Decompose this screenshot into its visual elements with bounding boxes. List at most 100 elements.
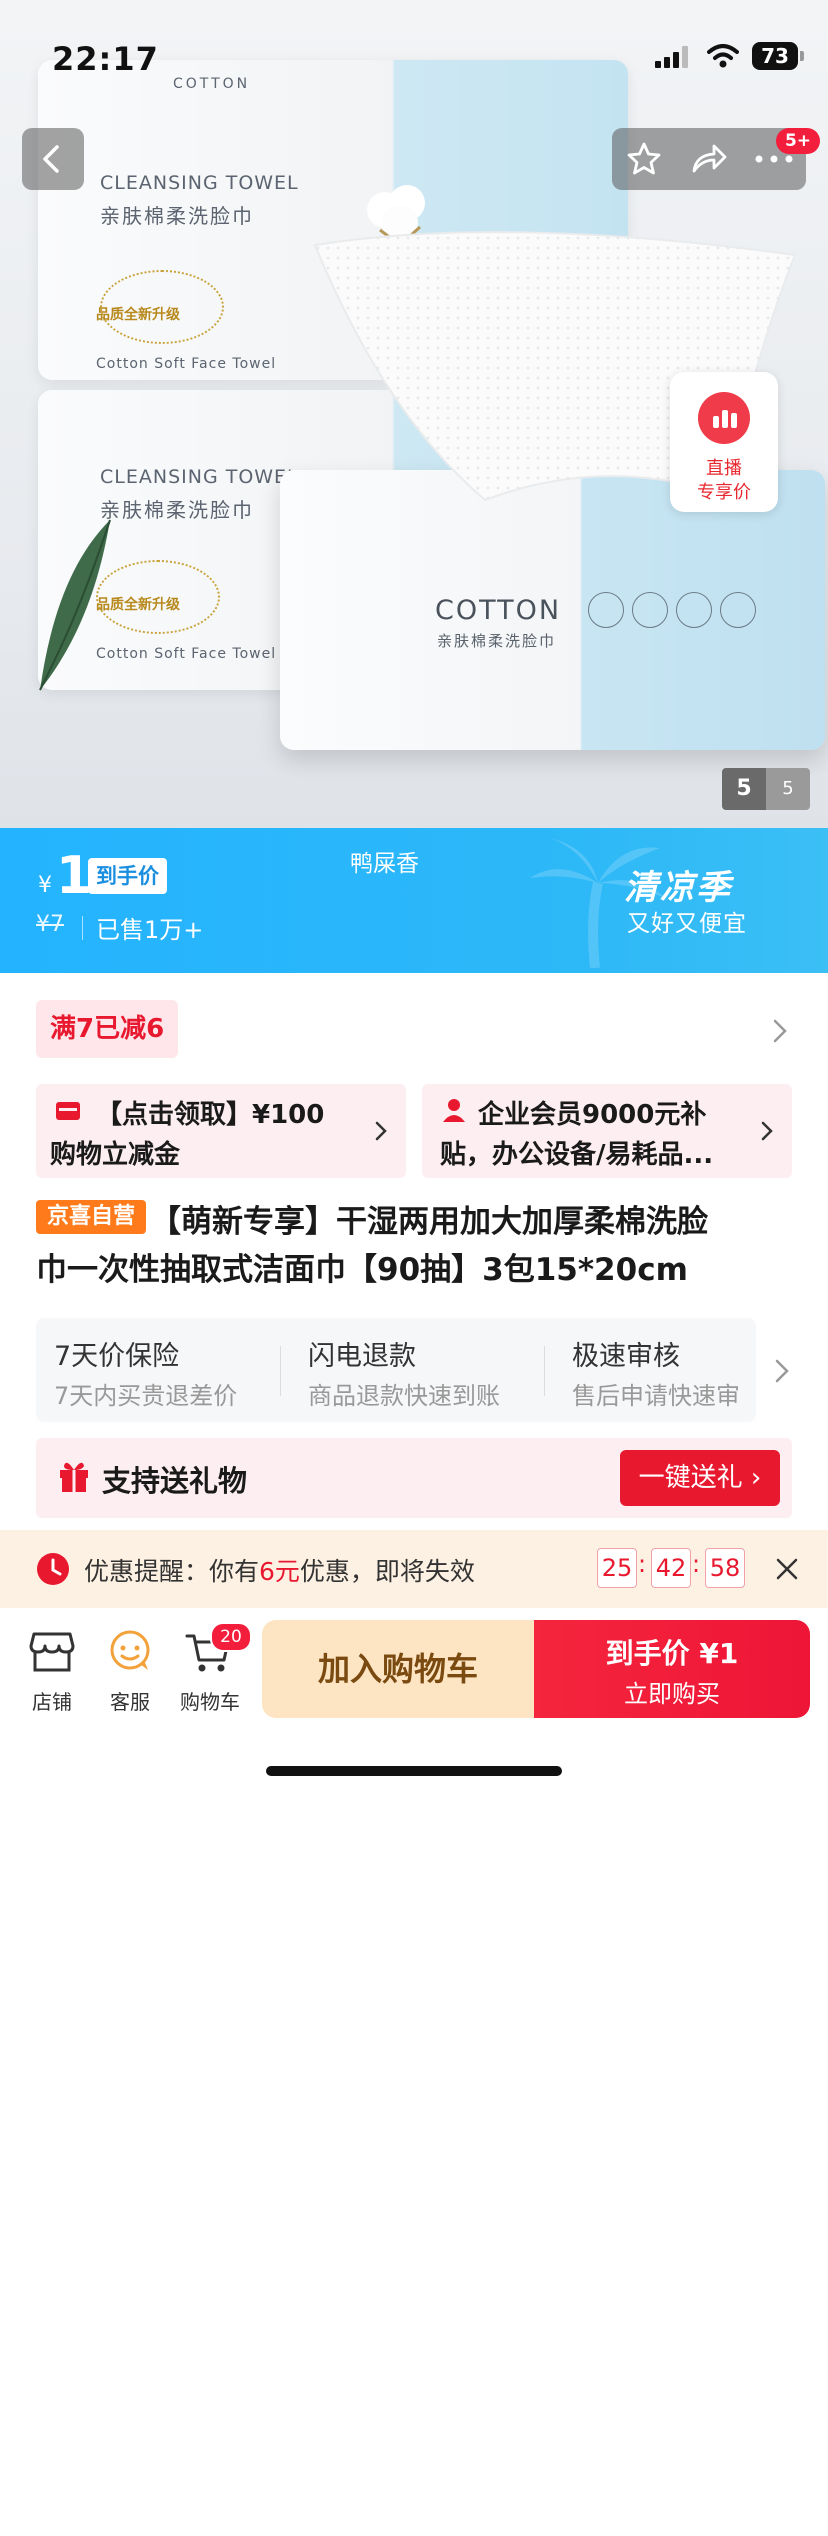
bottom-action-bar: 店铺 客服 20 购物车 加入购物车 到手价 ¥1 立即购买 — [0, 1608, 828, 1793]
signal-icon — [655, 46, 688, 68]
cart-count-badge: 20 — [210, 1622, 252, 1652]
coupon-text-line2: 贴，办公设备/易耗品... — [440, 1140, 714, 1170]
cart-label: 购物车 — [180, 1690, 240, 1714]
live-icon — [698, 392, 750, 444]
back-button[interactable] — [22, 128, 84, 190]
divider — [82, 916, 83, 940]
chevron-right-icon[interactable] — [774, 1358, 790, 1384]
service-desc: 商品退款快速到账 — [308, 1382, 500, 1410]
customer-service-label: 客服 — [110, 1690, 150, 1714]
pack-title-cn: 亲肤棉柔洗脸巾 — [100, 204, 254, 228]
close-icon[interactable] — [776, 1558, 798, 1580]
sold-count: 已售1万+ — [96, 916, 204, 944]
discount-tag[interactable]: 满7已减6 — [36, 1000, 179, 1058]
feature-icon — [632, 592, 668, 628]
store-icon — [29, 1632, 75, 1672]
chevron-left-icon — [43, 145, 59, 173]
divider — [544, 1346, 545, 1396]
final-price: 1 — [56, 846, 93, 906]
leaf-decoration-icon — [39, 519, 111, 691]
store-label: 店铺 — [32, 1690, 72, 1714]
service-title: 极速审核 — [572, 1341, 680, 1372]
gift-icon — [60, 1462, 88, 1492]
scent-label: 鸭屎香 — [350, 851, 419, 877]
price-banner: ¥ 1 到手价 ¥7 已售1万+ 鸭屎香 清凉季 又好又便宜 — [0, 828, 828, 973]
status-time: 22:17 — [52, 40, 159, 78]
wifi-icon — [707, 44, 739, 68]
service-guarantees[interactable]: 7天价保险 7天内买贵退差价 闪电退款 商品退款快速到账 极速审核 售后申请快速… — [36, 1318, 756, 1422]
coupon-card-enterprise[interactable]: 企业会员9000元补 贴，办公设备/易耗品... — [422, 1084, 792, 1178]
message-badge: 5+ — [776, 128, 820, 154]
reminder-suffix: 优惠，即将失效 — [299, 1557, 475, 1586]
customer-service-icon — [110, 1630, 150, 1670]
discount-reminder-bar: 优惠提醒：你有6元优惠，即将失效 25 : 42 : 58 — [0, 1530, 828, 1608]
chevron-right-icon — [375, 1121, 387, 1141]
final-price-tag: 到手价 — [88, 858, 167, 894]
more-icon[interactable] — [754, 154, 794, 164]
page-current: 5 — [722, 768, 766, 810]
front-title-cn: 亲肤棉柔洗脸巾 — [437, 632, 557, 650]
price-currency: ¥ — [38, 873, 52, 898]
coupon-text-line2: 购物立减金 — [50, 1140, 181, 1170]
page-total: 5 — [766, 768, 810, 810]
product-pack-front: COTTON 亲肤棉柔洗脸巾 — [280, 470, 825, 750]
pack-title-cn: 亲肤棉柔洗脸巾 — [100, 498, 254, 522]
original-price: ¥7 — [36, 912, 64, 937]
countdown-sep: : — [638, 1550, 647, 1578]
reminder-amount: 6元 — [259, 1557, 300, 1586]
image-page-indicator: 5 5 — [722, 768, 810, 810]
star-favorite-icon[interactable] — [626, 141, 662, 177]
add-to-cart-button[interactable]: 加入购物车 — [262, 1620, 534, 1718]
service-desc: 7天内买贵退差价 — [54, 1382, 238, 1410]
product-title-line1: 【萌新专享】干湿两用加大加厚柔棉洗脸 — [150, 1204, 708, 1240]
coupon-card-shopping-credit[interactable]: 【点击领取】¥100 购物立减金 — [36, 1084, 406, 1178]
user-icon — [443, 1099, 465, 1122]
live-price-button[interactable]: 直播 专享价 — [670, 372, 778, 512]
gift-row: 支持送礼物 一键送礼 › — [36, 1438, 792, 1518]
reminder-prefix: 优惠提醒：你有 — [84, 1557, 260, 1586]
product-title-line2: 巾一次性抽取式洁面巾【90抽】3包15*20cm — [36, 1252, 688, 1288]
buy-now-button[interactable]: 到手价 ¥1 立即购买 — [534, 1620, 810, 1718]
countdown-sep: : — [692, 1550, 701, 1578]
coupon-text-line1: 【点击领取】¥100 — [96, 1100, 325, 1130]
buy-now-label: 立即购买 — [624, 1680, 720, 1708]
chevron-right-icon — [761, 1121, 773, 1141]
service-title: 闪电退款 — [308, 1341, 416, 1372]
gift-label: 支持送礼物 — [102, 1464, 248, 1498]
feature-icon — [676, 592, 712, 628]
store-button[interactable]: 店铺 — [20, 1626, 84, 1726]
feature-icon — [588, 592, 624, 628]
battery-indicator: 73 — [752, 42, 798, 70]
customer-service-button[interactable]: 客服 — [98, 1626, 162, 1726]
front-brand: COTTON — [435, 595, 562, 626]
coupon-text-line1: 企业会员9000元补 — [478, 1100, 707, 1130]
pack-subtitle: Cotton Soft Face Towel — [96, 646, 277, 662]
service-desc: 售后申请快速审 — [572, 1382, 740, 1410]
pack-title-en: CLEANSING TOWEL — [100, 466, 299, 488]
live-label-line2: 专享价 — [697, 482, 751, 503]
home-indicator — [266, 1766, 562, 1776]
share-icon[interactable] — [690, 141, 728, 177]
service-title: 7天价保险 — [54, 1341, 180, 1372]
product-image-carousel[interactable]: COTTON CLEANSING TOWEL 亲肤棉柔洗脸巾 品质全新升级 Co… — [0, 0, 828, 828]
live-label-line1: 直播 — [706, 458, 742, 479]
send-gift-button[interactable]: 一键送礼 › — [620, 1450, 780, 1506]
cart-button[interactable]: 20 购物车 — [176, 1622, 252, 1726]
pack-title-en: CLEANSING TOWEL — [100, 172, 299, 194]
send-gift-label: 一键送礼 — [638, 1463, 743, 1493]
quality-stamp: 品质全新升级 — [96, 307, 180, 323]
countdown-seconds: 58 — [705, 1548, 745, 1588]
clock-icon — [37, 1553, 69, 1585]
chevron-right-icon[interactable] — [772, 1018, 788, 1044]
promo-title: 清凉季 — [624, 868, 732, 908]
countdown-hours: 25 — [597, 1548, 637, 1588]
pack-subtitle: Cotton Soft Face Towel — [96, 356, 277, 372]
countdown-minutes: 42 — [651, 1548, 691, 1588]
pack-brand: COTTON — [173, 76, 251, 92]
feature-icon — [720, 592, 756, 628]
reminder-text: 优惠提醒：你有6元优惠，即将失效 — [84, 1552, 475, 1588]
promo-subtitle: 又好又便宜 — [627, 911, 747, 937]
divider — [280, 1346, 281, 1396]
buy-price-label: 到手价 ¥1 — [605, 1637, 739, 1670]
battery-tip — [800, 51, 804, 61]
